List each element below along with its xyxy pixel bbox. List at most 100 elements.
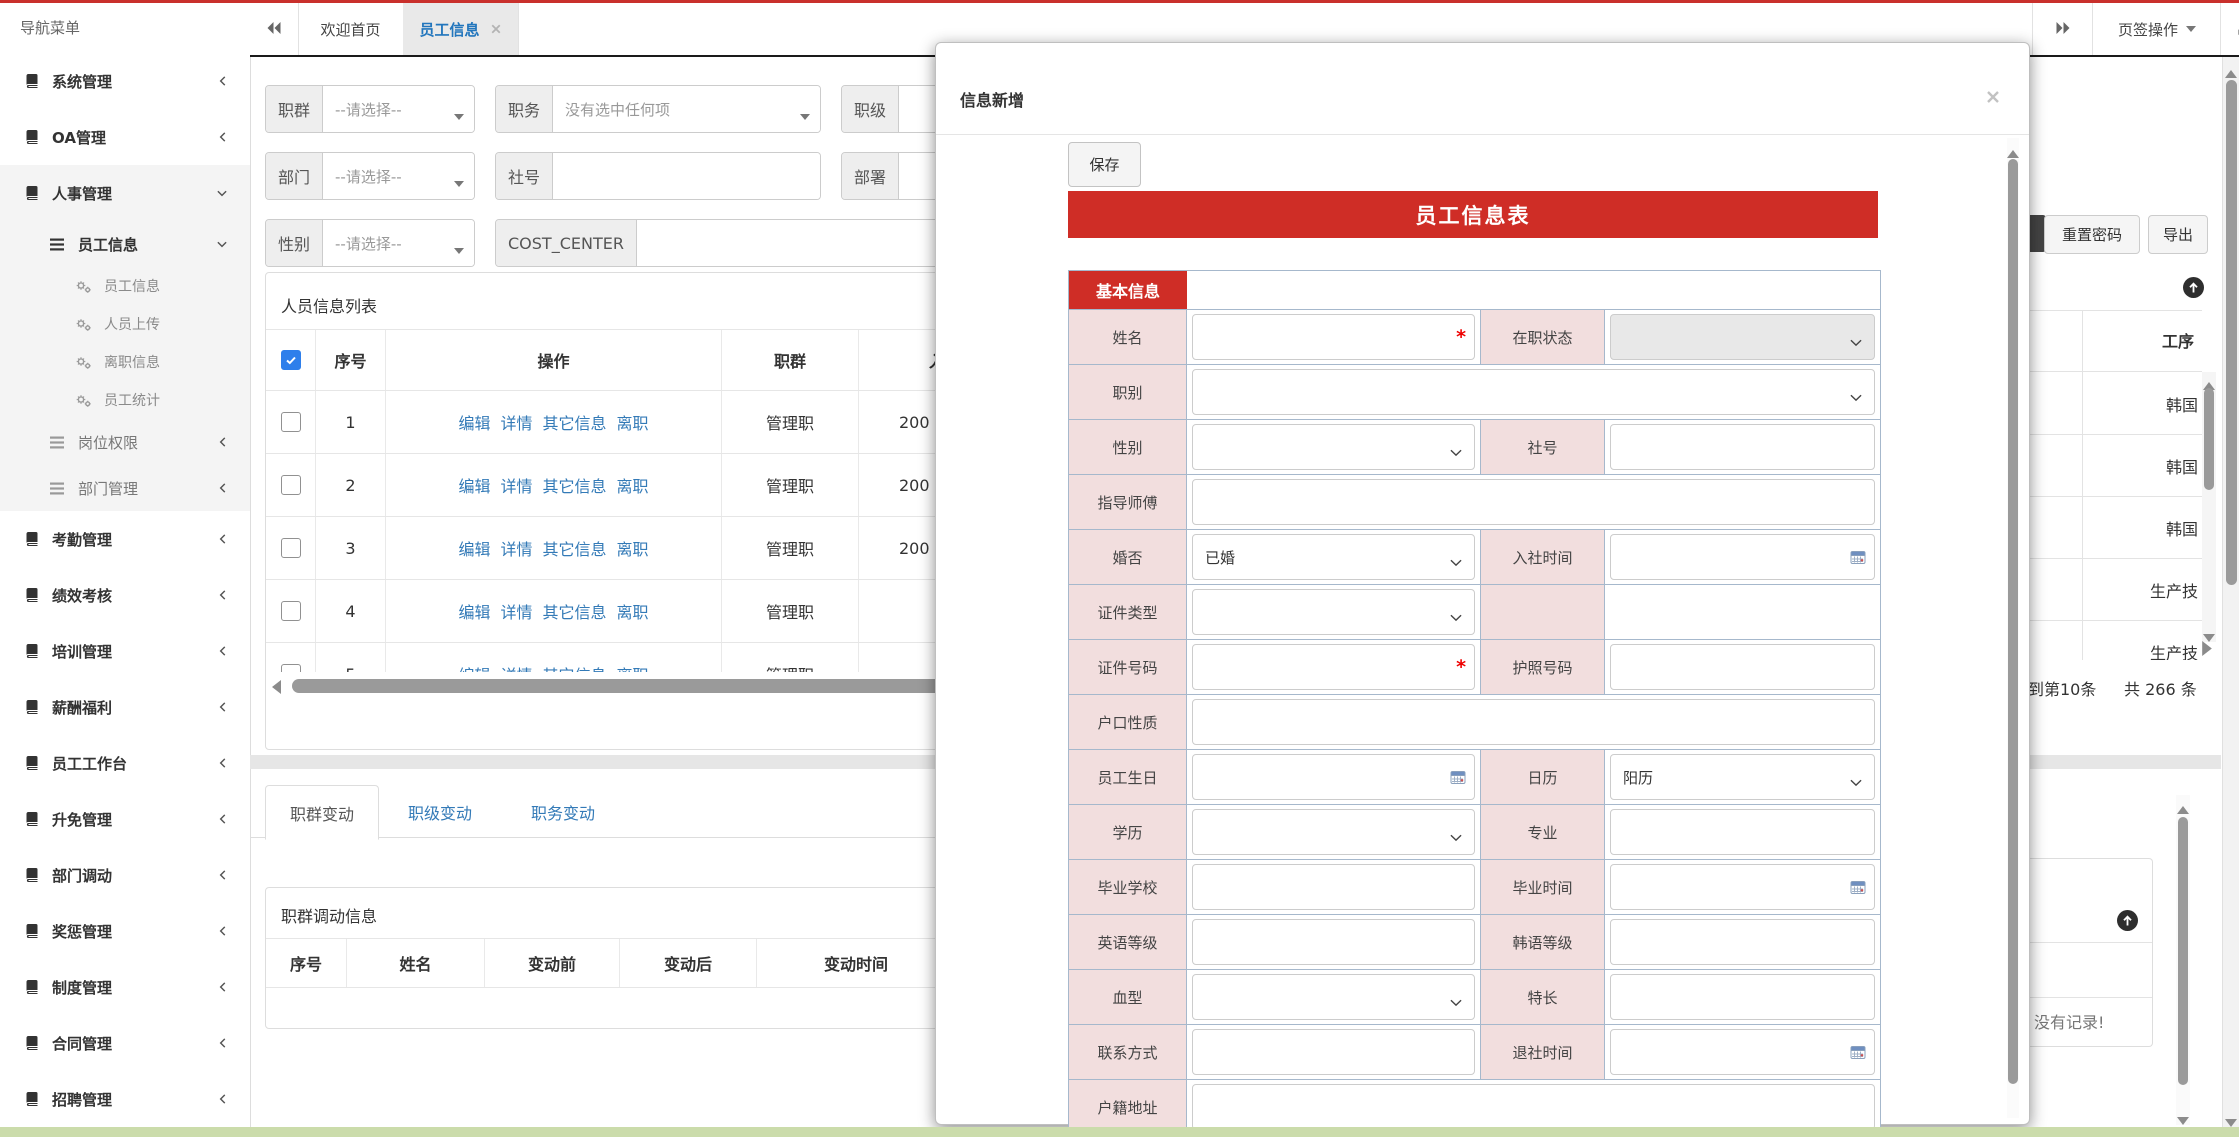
tab-jobgroup-change[interactable]: 职群变动 (265, 785, 379, 840)
入社时间-date[interactable] (1610, 534, 1875, 580)
modal-vscroll-thumb[interactable] (2008, 159, 2018, 1084)
血型-select[interactable] (1192, 974, 1475, 1020)
tab-joblevel-change[interactable]: 职级变动 (395, 785, 485, 838)
sidebar-item-员工信息[interactable]: 员工信息 (0, 221, 250, 267)
sidebar-item-员工统计[interactable]: 员工统计 (0, 381, 250, 419)
tab-position-change[interactable]: 职务变动 (518, 785, 608, 838)
tab-operations-dropdown[interactable]: 页签操作 (2092, 3, 2221, 55)
日历-select[interactable]: 阳历 (1610, 754, 1875, 800)
scroll-left-icon[interactable] (272, 679, 281, 698)
员工生日-date[interactable] (1192, 754, 1475, 800)
action-link-详情[interactable]: 详情 (500, 536, 532, 560)
sidebar-item-部门管理[interactable]: 部门管理 (0, 465, 250, 511)
calendar-icon[interactable] (1850, 879, 1866, 899)
action-link-详情[interactable]: 详情 (500, 599, 532, 623)
sidebar-item-绩效考核[interactable]: 绩效考核 (0, 567, 250, 623)
action-link-编辑[interactable]: 编辑 (458, 473, 490, 497)
sidebar-item-培训管理[interactable]: 培训管理 (0, 623, 250, 679)
tab-close-icon[interactable] (490, 23, 502, 35)
sidebar-item-员工信息[interactable]: 员工信息 (0, 267, 250, 305)
sidebar-item-奖惩管理[interactable]: 奖惩管理 (0, 903, 250, 959)
tabs-scroll-left-button[interactable] (250, 3, 299, 55)
action-link-编辑[interactable]: 编辑 (458, 410, 490, 434)
action-link-离职[interactable]: 离职 (617, 599, 649, 623)
sidebar-item-离职信息[interactable]: 离职信息 (0, 343, 250, 381)
action-link-离职[interactable]: 离职 (617, 536, 649, 560)
毕业学校-input[interactable] (1192, 864, 1475, 910)
特长-input[interactable] (1610, 974, 1875, 1020)
scroll-up-icon[interactable] (2177, 799, 2189, 818)
姓名-input[interactable] (1192, 314, 1475, 360)
scroll-right-icon[interactable] (2202, 641, 2212, 660)
position-multiselect[interactable]: 没有选中任何项 (553, 86, 820, 132)
action-link-编辑[interactable]: 编辑 (458, 599, 490, 623)
hscroll-thumb[interactable] (292, 679, 942, 693)
calendar-icon[interactable] (1450, 769, 1466, 789)
page-vscroll-thumb[interactable] (2226, 80, 2237, 585)
action-link-详情[interactable]: 详情 (500, 410, 532, 434)
action-link-其它信息[interactable]: 其它信息 (543, 410, 607, 434)
scroll-top-circle-icon[interactable] (2116, 909, 2139, 936)
sidebar-item-合同管理[interactable]: 合同管理 (0, 1015, 250, 1071)
close-icon[interactable] (1985, 89, 2001, 109)
sidebar-item-制度管理[interactable]: 制度管理 (0, 959, 250, 1015)
export-button[interactable]: 导出 (2148, 215, 2208, 254)
tab-员工信息[interactable]: 员工信息 (403, 3, 519, 55)
sidebar-item-薪酬福利[interactable]: 薪酬福利 (0, 679, 250, 735)
sidebar-item-系统管理[interactable]: 系统管理 (0, 53, 250, 109)
sidebar-item-部门调动[interactable]: 部门调动 (0, 847, 250, 903)
calendar-icon[interactable] (1850, 1044, 1866, 1064)
sidebar-item-考勤管理[interactable]: 考勤管理 (0, 511, 250, 567)
action-link-编辑[interactable]: 编辑 (458, 662, 490, 672)
action-link-离职[interactable]: 离职 (617, 410, 649, 434)
职别-select[interactable] (1192, 369, 1875, 415)
social-number-input[interactable] (553, 153, 820, 199)
sidebar-item-升免管理[interactable]: 升免管理 (0, 791, 250, 847)
action-link-编辑[interactable]: 编辑 (458, 536, 490, 560)
action-link-其它信息[interactable]: 其它信息 (543, 662, 607, 672)
tab-欢迎首页[interactable]: 欢迎首页 (298, 3, 404, 55)
证件类型-select[interactable] (1192, 589, 1475, 635)
calendar-icon[interactable] (1850, 549, 1866, 569)
英语等级-input[interactable] (1192, 919, 1475, 965)
毕业时间-date[interactable] (1610, 864, 1875, 910)
action-link-其它信息[interactable]: 其它信息 (543, 473, 607, 497)
row-checkbox[interactable] (281, 412, 301, 432)
vscroll-thumb[interactable] (2178, 817, 2188, 1085)
户口性质-input[interactable] (1192, 699, 1875, 745)
社号-input[interactable] (1610, 424, 1875, 470)
action-link-离职[interactable]: 离职 (617, 662, 649, 672)
action-link-其它信息[interactable]: 其它信息 (543, 599, 607, 623)
sidebar-item-招聘管理[interactable]: 招聘管理 (0, 1071, 250, 1127)
gender-select[interactable]: --请选择-- (323, 220, 474, 266)
sidebar-item-岗位权限[interactable]: 岗位权限 (0, 419, 250, 465)
costcenter-input[interactable] (637, 220, 961, 266)
row-checkbox[interactable] (281, 601, 301, 621)
row-checkbox[interactable] (281, 475, 301, 495)
scroll-top-circle-icon[interactable] (2182, 276, 2205, 303)
row-checkbox[interactable] (281, 664, 301, 672)
学历-select[interactable] (1192, 809, 1475, 855)
action-link-详情[interactable]: 详情 (500, 662, 532, 672)
row-checkbox[interactable] (281, 538, 301, 558)
联系方式-input[interactable] (1192, 1029, 1475, 1075)
department-select[interactable]: --请选择-- (323, 153, 474, 199)
sidebar-item-人员上传[interactable]: 人员上传 (0, 305, 250, 343)
在职状态-select[interactable] (1610, 314, 1875, 360)
save-button[interactable]: 保存 (1068, 142, 1141, 187)
tabs-scroll-right-button[interactable] (2032, 3, 2093, 55)
sidebar-item-员工工作台[interactable]: 员工工作台 (0, 735, 250, 791)
韩语等级-input[interactable] (1610, 919, 1875, 965)
护照号码-input[interactable] (1610, 644, 1875, 690)
vscroll-thumb[interactable] (2204, 388, 2214, 490)
action-link-其它信息[interactable]: 其它信息 (543, 536, 607, 560)
退社时间-date[interactable] (1610, 1029, 1875, 1075)
reset-password-button[interactable]: 重置密码 (2044, 215, 2140, 254)
专业-input[interactable] (1610, 809, 1875, 855)
证件号码-input[interactable] (1192, 644, 1475, 690)
sidebar-item-OA管理[interactable]: OA管理 (0, 109, 250, 165)
婚否-select[interactable]: 已婚 (1192, 534, 1475, 580)
action-link-离职[interactable]: 离职 (617, 473, 649, 497)
指导师傅-input[interactable] (1192, 479, 1875, 525)
action-link-详情[interactable]: 详情 (500, 473, 532, 497)
